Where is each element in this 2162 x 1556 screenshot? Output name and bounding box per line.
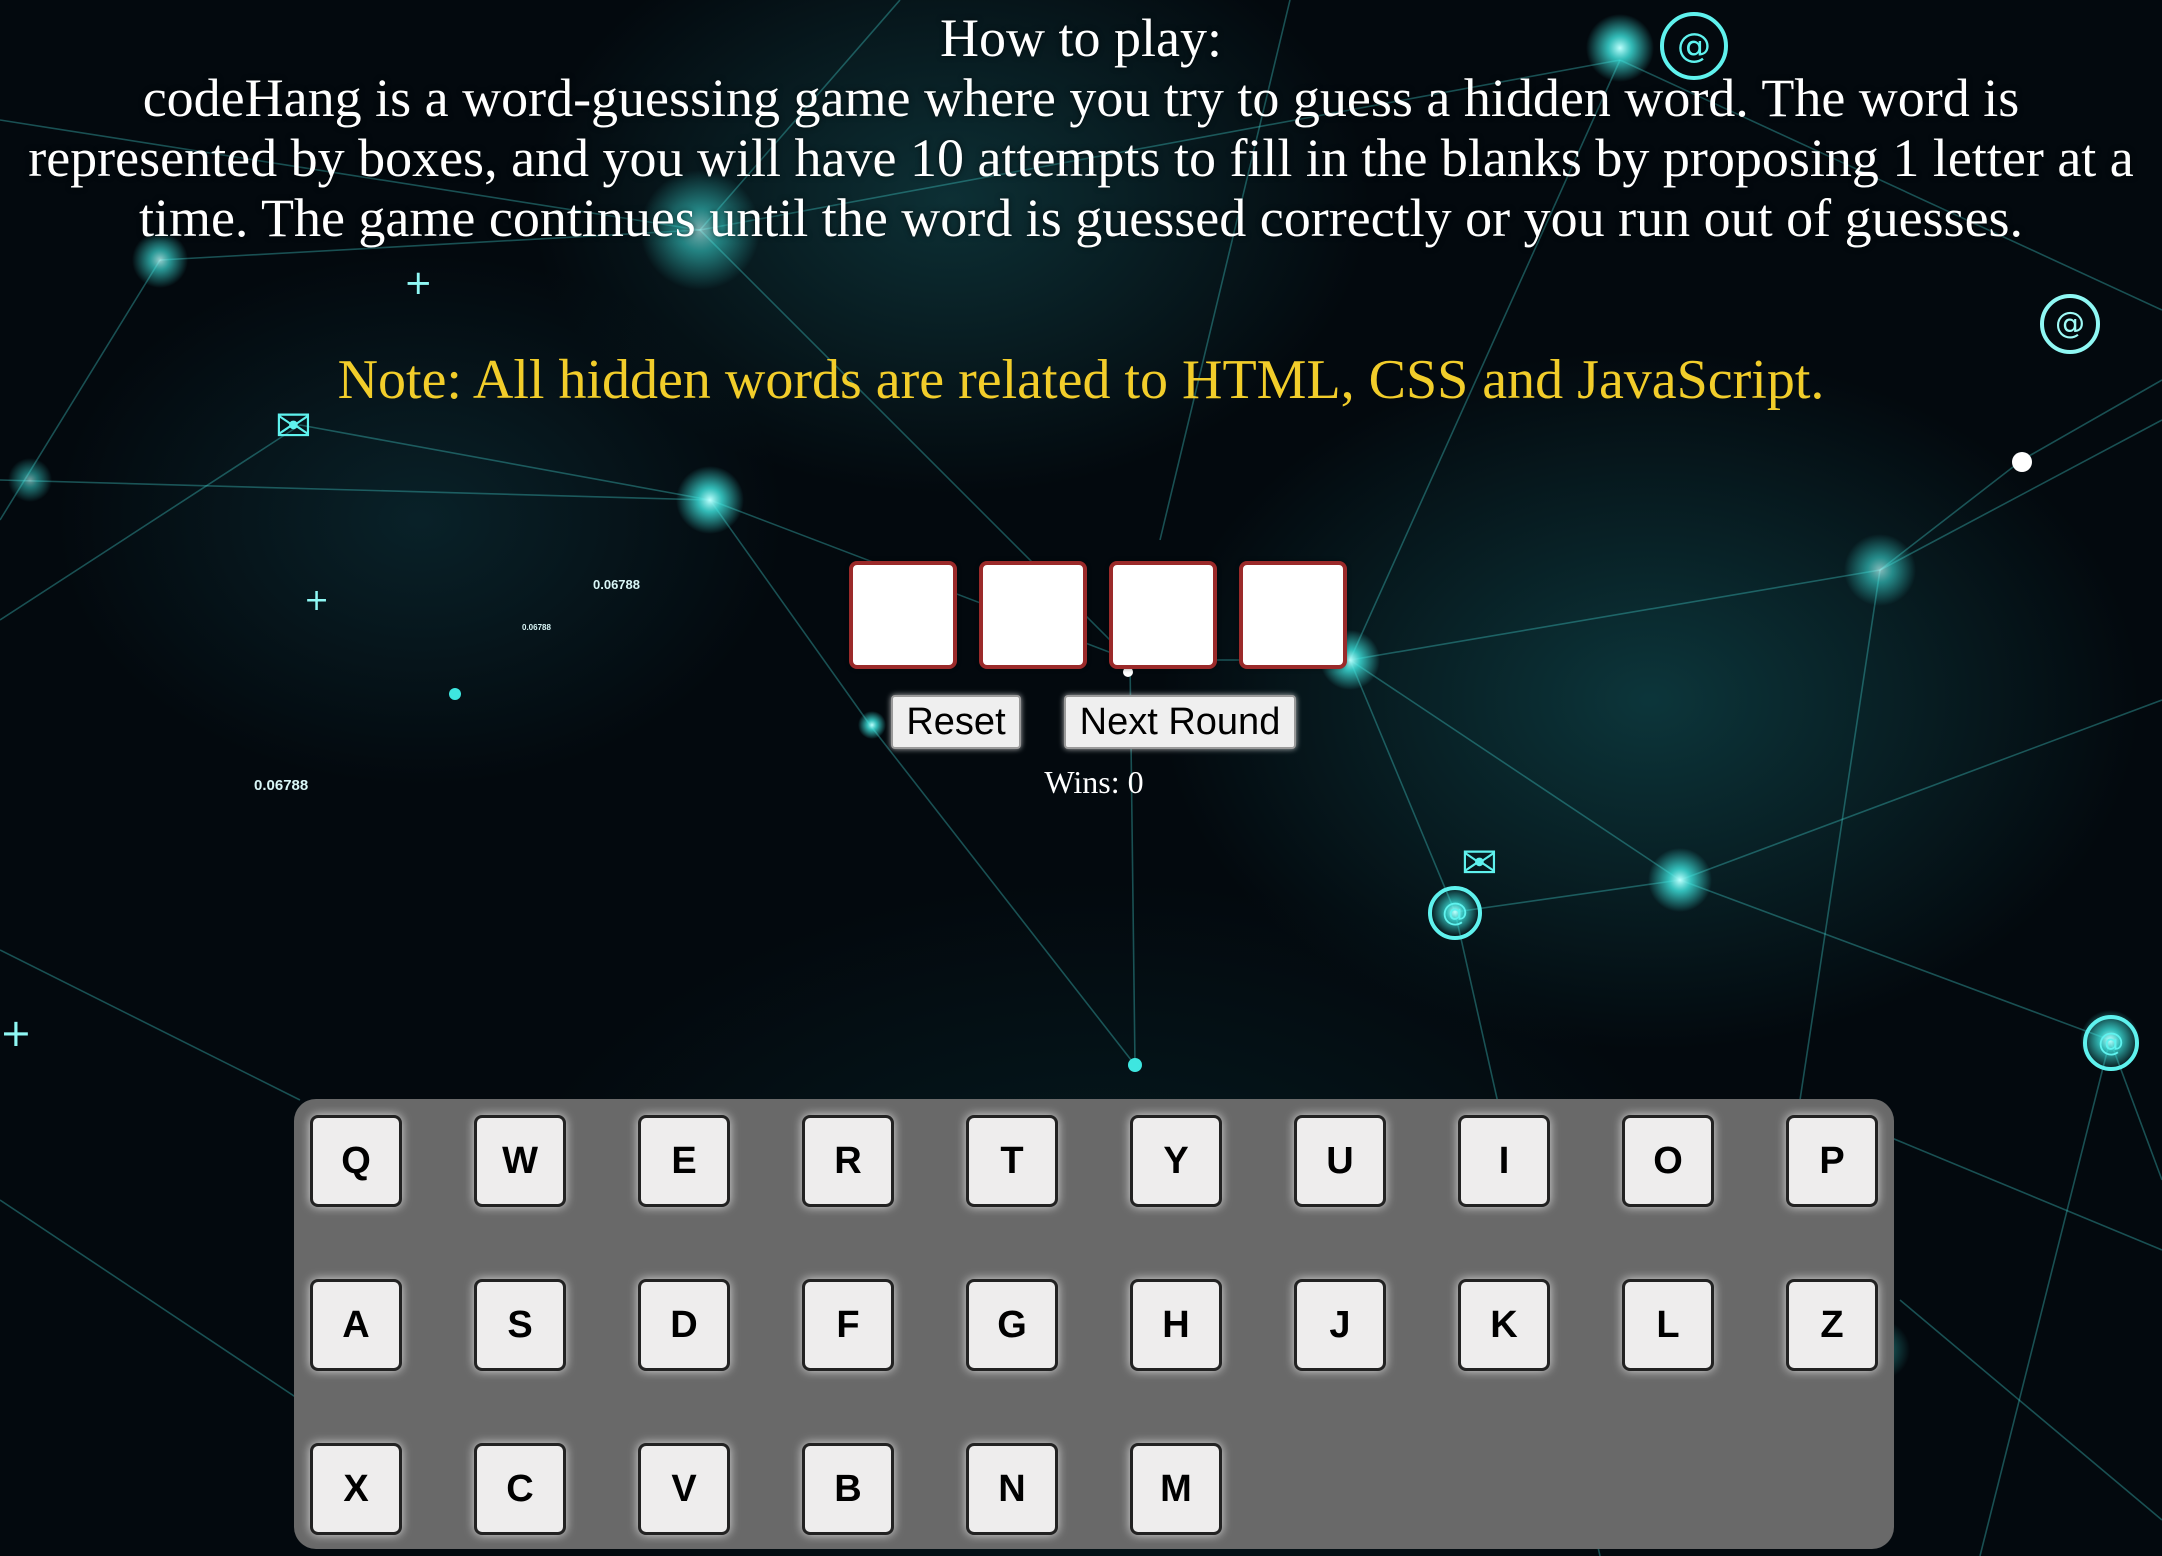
key-l[interactable]: L [1622,1279,1714,1371]
at-icon: @ [2040,294,2100,354]
key-c[interactable]: C [474,1443,566,1535]
letter-box [1239,561,1347,669]
plus-icon: + [304,583,330,618]
word-boxes [849,561,1347,669]
reset-button[interactable]: Reset [891,695,1021,749]
key-g[interactable]: G [966,1279,1058,1371]
key-x[interactable]: X [310,1443,402,1535]
background-number-label: 0.06788 [522,623,551,632]
instructions-body: codeHang is a word-guessing game where y… [28,68,2134,248]
instructions-heading: How to play: [940,8,1222,68]
game-screen: @ @ @ @ ✉ ✉ + + + 0.06788 0.06788 0.0678… [0,0,2162,1556]
key-z[interactable]: Z [1786,1279,1878,1371]
plus-icon: + [0,1011,32,1055]
key-s[interactable]: S [474,1279,566,1371]
at-icon: @ [2083,1015,2139,1071]
topic-note: Note: All hidden words are related to HT… [337,349,1825,411]
next-round-button[interactable]: Next Round [1064,695,1296,749]
key-q[interactable]: Q [310,1115,402,1207]
key-o[interactable]: O [1622,1115,1714,1207]
key-i[interactable]: I [1458,1115,1550,1207]
instructions: How to play: codeHang is a word-guessing… [20,8,2142,248]
at-icon: @ [1428,886,1482,940]
key-p[interactable]: P [1786,1115,1878,1207]
key-v[interactable]: V [638,1443,730,1535]
key-y[interactable]: Y [1130,1115,1222,1207]
letter-box [849,561,957,669]
key-f[interactable]: F [802,1279,894,1371]
key-e[interactable]: E [638,1115,730,1207]
key-k[interactable]: K [1458,1279,1550,1371]
key-n[interactable]: N [966,1443,1058,1535]
envelope-icon: ✉ [1461,838,1498,889]
key-d[interactable]: D [638,1279,730,1371]
key-r[interactable]: R [802,1115,894,1207]
key-b[interactable]: B [802,1443,894,1535]
key-u[interactable]: U [1294,1115,1386,1207]
key-j[interactable]: J [1294,1279,1386,1371]
background-number-label: 0.06788 [593,577,640,592]
key-t[interactable]: T [966,1115,1058,1207]
plus-icon: + [404,263,433,303]
key-h[interactable]: H [1130,1279,1222,1371]
letter-box [1109,561,1217,669]
on-screen-keyboard: Q W E R T Y U I O P A S D F G H J K L Z … [294,1099,1894,1549]
wins-counter: Wins: 0 [1044,764,1144,800]
key-m[interactable]: M [1130,1443,1222,1535]
letter-box [979,561,1087,669]
key-w[interactable]: W [474,1115,566,1207]
key-a[interactable]: A [310,1279,402,1371]
